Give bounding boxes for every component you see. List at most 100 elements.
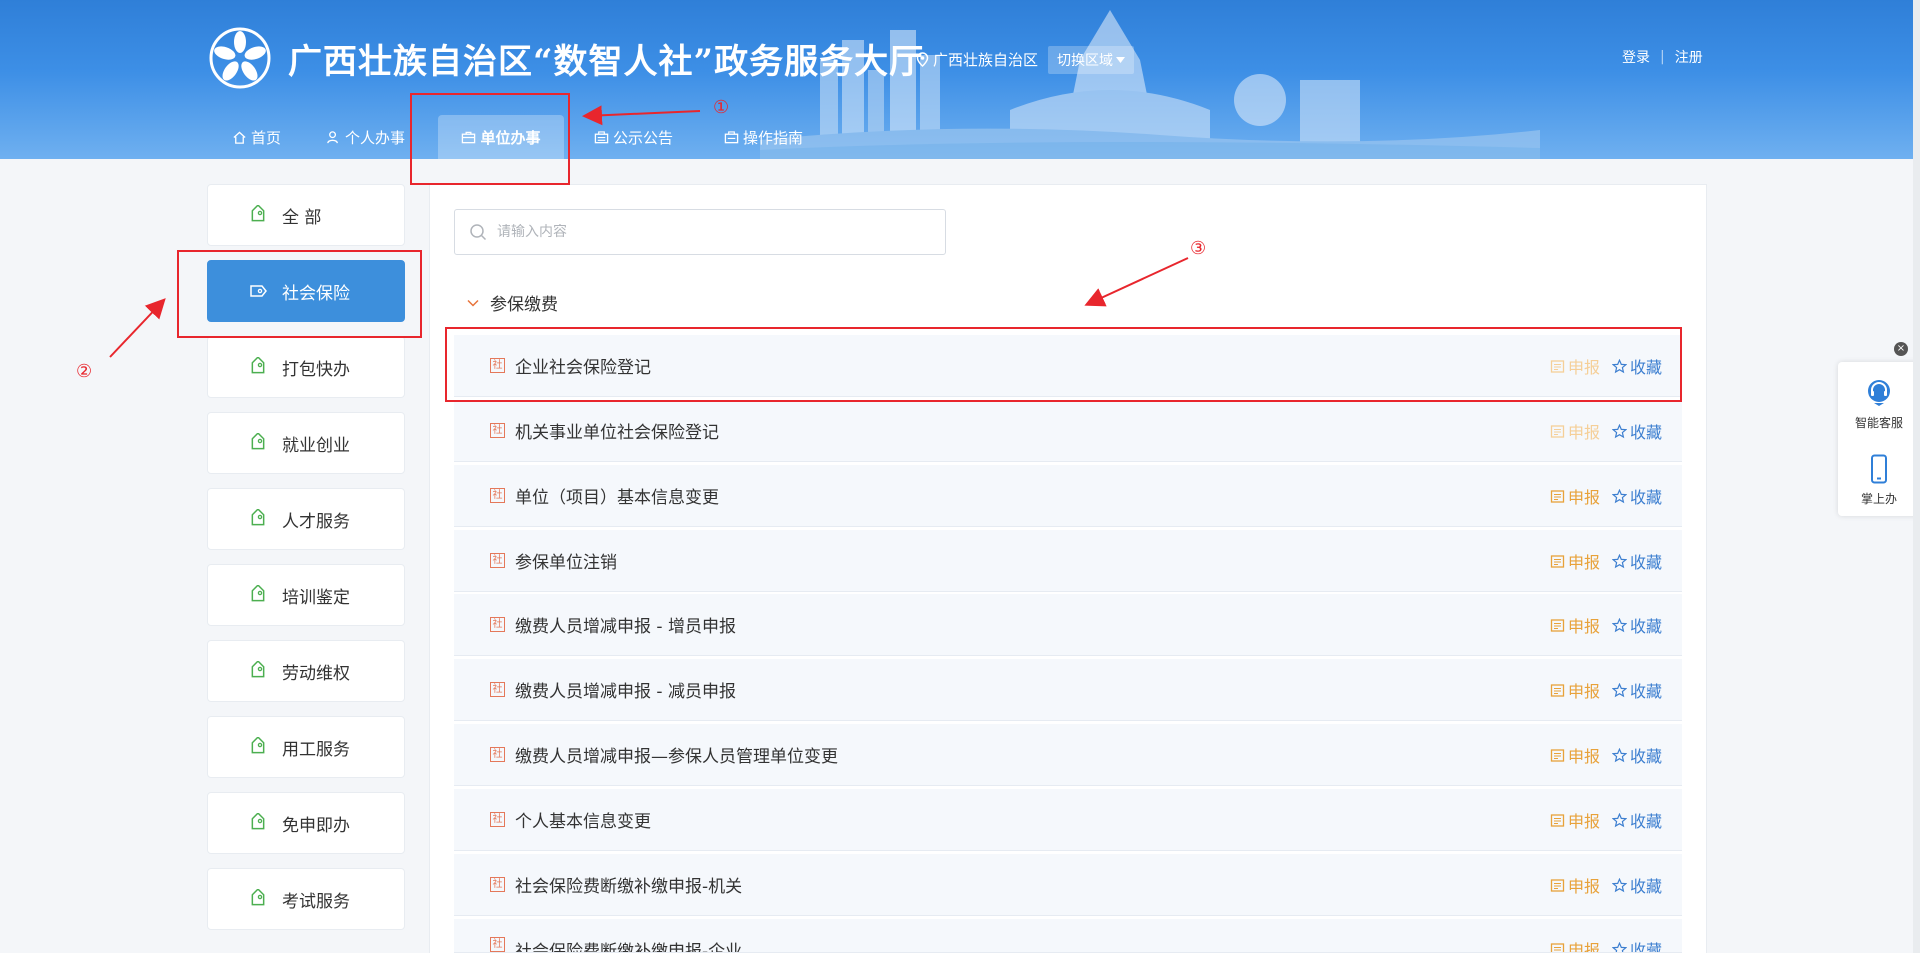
- tag-icon: [251, 889, 265, 906]
- form-icon: [1550, 878, 1565, 892]
- service-row[interactable]: 社 个人基本信息变更 申报 收藏: [454, 789, 1682, 851]
- favorite-label: 收藏: [1629, 747, 1662, 766]
- mobile-service-button[interactable]: 掌上办: [1838, 454, 1920, 507]
- float-widget: 智能客服 掌上办: [1838, 362, 1920, 516]
- tag-icon: [251, 737, 265, 754]
- register-link[interactable]: 注册: [1675, 47, 1703, 67]
- service-row[interactable]: 社 单位（项目）基本信息变更 申报 收藏: [454, 465, 1682, 527]
- sidebar-item-training[interactable]: 培训鉴定: [207, 564, 405, 626]
- region-label: 广西壮族自治区: [933, 51, 1039, 69]
- apply-label: 申报: [1567, 747, 1600, 766]
- sidebar-item-employment[interactable]: 就业创业: [207, 412, 405, 474]
- search-icon: [470, 224, 487, 241]
- tag-icon: [251, 433, 265, 450]
- favorite-button[interactable]: 收藏: [1611, 484, 1662, 508]
- sidebar-item-all[interactable]: 全 部: [207, 184, 405, 246]
- row-actions: 申报 收藏: [1550, 594, 1662, 656]
- apply-label: 申报: [1567, 423, 1600, 442]
- form-icon: [1550, 554, 1565, 568]
- social-badge-icon: 社: [490, 747, 505, 762]
- social-badge-icon: 社: [490, 488, 505, 503]
- apply-button[interactable]: 申报: [1550, 678, 1600, 702]
- nav-notice-label: 公示公告: [613, 128, 674, 147]
- service-row[interactable]: 社 缴费人员增减申报 - 增员申报 申报 收藏: [454, 594, 1682, 656]
- region-switch-button[interactable]: 切换区域: [1048, 46, 1134, 74]
- service-name[interactable]: 社会保险费断缴补缴申报-机关: [515, 872, 742, 897]
- site-header: 广西壮族自治区“数智人社”政务服务大厅 广西壮族自治区 切换区域 登录 | 注册…: [0, 0, 1920, 159]
- favorite-button[interactable]: 收藏: [1611, 678, 1662, 702]
- service-name[interactable]: 缴费人员增减申报—参保人员管理单位变更: [515, 742, 838, 767]
- tag-icon: [251, 509, 265, 526]
- service-name[interactable]: 缴费人员增减申报 - 增员申报: [515, 612, 736, 637]
- sidebar-item-label: 人才服务: [282, 511, 350, 532]
- sidebar-item-hiring[interactable]: 用工服务: [207, 716, 405, 778]
- sidebar-item-labor-rights[interactable]: 劳动维权: [207, 640, 405, 702]
- favorite-button[interactable]: 收藏: [1611, 808, 1662, 832]
- service-name[interactable]: 单位（项目）基本信息变更: [515, 483, 719, 508]
- service-row[interactable]: 社 社会保险费断缴补缴申报-企业 申报 收藏: [454, 919, 1682, 953]
- form-icon: [1550, 748, 1565, 762]
- service-name[interactable]: 个人基本信息变更: [515, 807, 651, 832]
- sidebar-item-talent[interactable]: 人才服务: [207, 488, 405, 550]
- nav-home[interactable]: 首页: [222, 115, 316, 159]
- sidebar-item-exam[interactable]: 考试服务: [207, 868, 405, 930]
- service-row[interactable]: 社 社会保险费断缴补缴申报-机关 申报 收藏: [454, 854, 1682, 916]
- service-name[interactable]: 机关事业单位社会保险登记: [515, 418, 719, 443]
- row-actions: 申报 收藏: [1550, 919, 1662, 953]
- favorite-button[interactable]: 收藏: [1611, 873, 1662, 897]
- annotation-number-2: ②: [76, 361, 93, 382]
- sidebar-item-package[interactable]: 打包快办: [207, 336, 405, 398]
- social-badge-icon: 社: [490, 877, 505, 892]
- favorite-label: 收藏: [1629, 812, 1662, 831]
- apply-button[interactable]: 申报: [1550, 873, 1600, 897]
- float-widget-close-button[interactable]: ×: [1894, 342, 1908, 356]
- favorite-button[interactable]: 收藏: [1611, 419, 1662, 443]
- section-title: 参保缴费: [490, 295, 558, 315]
- nav-guide[interactable]: 操作指南: [714, 115, 844, 159]
- caret-down-icon: [1116, 57, 1125, 63]
- service-row[interactable]: 社 缴费人员增减申报 - 减员申报 申报 收藏: [454, 659, 1682, 721]
- headset-icon: [1868, 380, 1890, 406]
- social-badge-icon: 社: [490, 423, 505, 438]
- tag-icon: [251, 585, 265, 602]
- site-title: 广西壮族自治区“数智人社”政务服务大厅: [288, 42, 925, 82]
- apply-label: 申报: [1567, 682, 1600, 701]
- annotation-box-first-service: [445, 327, 1682, 402]
- service-row[interactable]: 社 机关事业单位社会保险登记 申报 收藏: [454, 400, 1682, 462]
- favorite-button[interactable]: 收藏: [1611, 549, 1662, 573]
- apply-button[interactable]: 申报: [1550, 613, 1600, 637]
- service-name[interactable]: 缴费人员增减申报 - 减员申报: [515, 677, 736, 702]
- favorite-label: 收藏: [1629, 423, 1662, 442]
- social-badge-icon: 社: [490, 937, 505, 952]
- annotation-box-unit-nav: [410, 93, 570, 185]
- apply-button[interactable]: 申报: [1550, 743, 1600, 767]
- tag-icon: [251, 205, 265, 222]
- apply-button[interactable]: 申报: [1550, 808, 1600, 832]
- apply-button[interactable]: 申报: [1550, 937, 1600, 952]
- section-header-insurance-payment[interactable]: 参保缴费: [466, 290, 558, 315]
- tag-icon: [251, 813, 265, 830]
- service-name[interactable]: 社会保险费断缴补缴申报-企业: [515, 937, 742, 952]
- star-icon: [1611, 553, 1627, 568]
- apply-button[interactable]: 申报: [1550, 484, 1600, 508]
- search-input[interactable]: [497, 224, 917, 240]
- sidebar-item-no-application[interactable]: 免申即办: [207, 792, 405, 854]
- smart-service-button[interactable]: 智能客服: [1838, 378, 1920, 431]
- apply-button[interactable]: 申报: [1550, 549, 1600, 573]
- service-row[interactable]: 社 参保单位注销 申报 收藏: [454, 530, 1682, 592]
- apply-button[interactable]: 申报: [1550, 419, 1600, 443]
- tag-icon: [251, 661, 265, 678]
- home-icon: [233, 130, 246, 144]
- favorite-button[interactable]: 收藏: [1611, 613, 1662, 637]
- favorite-button[interactable]: 收藏: [1611, 937, 1662, 953]
- service-row[interactable]: 社 缴费人员增减申报—参保人员管理单位变更 申报 收藏: [454, 724, 1682, 786]
- service-name[interactable]: 参保单位注销: [515, 548, 617, 573]
- form-icon: [1550, 424, 1565, 438]
- favorite-label: 收藏: [1629, 941, 1662, 953]
- page-scrollbar[interactable]: [1913, 0, 1920, 953]
- login-link[interactable]: 登录: [1622, 47, 1650, 67]
- favorite-label: 收藏: [1629, 617, 1662, 636]
- nav-notice[interactable]: 公示公告: [584, 115, 714, 159]
- star-icon: [1611, 941, 1627, 952]
- favorite-button[interactable]: 收藏: [1611, 743, 1662, 767]
